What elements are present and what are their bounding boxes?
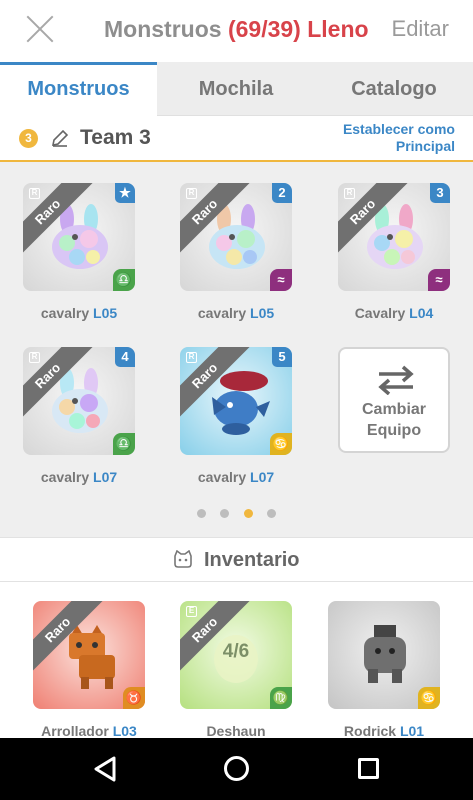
- monster-level: L05: [93, 305, 118, 321]
- team-slot[interactable]: Raro R ★ ♎ cavalry L05: [23, 183, 135, 321]
- monster-card[interactable]: ♋: [328, 601, 440, 709]
- monster-card[interactable]: 4/6 Raro E ♍: [180, 601, 292, 709]
- set-main-line2: Principal: [395, 138, 455, 154]
- taurus-element-icon: ♉: [123, 687, 145, 709]
- full-status: Lleno: [307, 16, 369, 42]
- team-slot[interactable]: Raro R 2 ≈ cavalry L05: [180, 183, 292, 321]
- page-dot[interactable]: [196, 509, 206, 518]
- monster-card[interactable]: Raro R 5 ♋: [180, 347, 292, 455]
- monster-name: Rodrick: [343, 723, 397, 738]
- monster-level: L04: [409, 305, 434, 321]
- edit-button[interactable]: Editar: [392, 16, 449, 42]
- monster-level: L07: [250, 469, 275, 485]
- rank-badge: R: [186, 188, 197, 199]
- tab-bar: Monstruos Mochila Catalogo: [0, 62, 473, 116]
- swap-arrows-icon: [378, 365, 414, 395]
- monster-level: L03: [112, 723, 137, 738]
- inventory-title: Inventario: [203, 549, 300, 571]
- top-header: Monstruos (69/39) Lleno Editar: [0, 0, 473, 62]
- aquarius-element-icon: ≈: [270, 269, 292, 291]
- inventory-item[interactable]: ♋ Rodrick L01: [328, 601, 440, 738]
- recent-apps-icon[interactable]: [358, 758, 379, 779]
- monster-label: cavalry L05: [23, 305, 135, 321]
- tab-catalogo[interactable]: Catalogo: [315, 62, 473, 116]
- monster-name: cavalry: [197, 469, 247, 485]
- libra-element-icon: ♎: [113, 269, 135, 291]
- slot-number-badge: 3: [430, 183, 450, 203]
- tab-mochila[interactable]: Mochila: [157, 62, 315, 116]
- monster-count: (69/39): [227, 16, 301, 42]
- monster-label: Arrollador L03: [33, 723, 145, 738]
- monster-face-icon: [174, 549, 193, 568]
- set-main-line1: Establecer como: [342, 121, 455, 137]
- set-main-button[interactable]: Establecer como Principal: [343, 121, 455, 155]
- monster-level: L01: [399, 723, 425, 738]
- monster-level: L07: [93, 469, 118, 485]
- team-grid: Raro R ★ ♎ cavalry L05 Raro R 2 ≈ cavalr…: [0, 162, 473, 537]
- pencil-icon[interactable]: [50, 128, 70, 148]
- aquarius-element-icon: ≈: [428, 269, 450, 291]
- team-bar: 3 Team 3 Establecer como Principal: [0, 116, 473, 162]
- close-icon[interactable]: [24, 13, 56, 45]
- rank-badge: R: [29, 188, 40, 199]
- cancer-element-icon: ♋: [418, 687, 440, 709]
- monster-level: L05: [250, 305, 275, 321]
- team-slot[interactable]: Raro R 4 ♎ cavalry L07: [23, 347, 135, 485]
- swap-team-button[interactable]: Cambiar Equipo: [338, 347, 450, 453]
- slot-number-badge: 5: [272, 347, 292, 367]
- back-icon[interactable]: [92, 756, 118, 782]
- monster-name: cavalry: [197, 305, 247, 321]
- monster-card[interactable]: Raro ♉: [33, 601, 145, 709]
- swap-line2: Equipo: [366, 422, 422, 439]
- monster-name: cavalry: [40, 305, 90, 321]
- home-icon[interactable]: [224, 756, 249, 781]
- title-prefix: Monstruos: [104, 16, 222, 42]
- monster-card[interactable]: Raro R 4 ♎: [23, 347, 135, 455]
- monster-name: Arrollador: [41, 723, 109, 738]
- team-name: Team 3: [80, 126, 151, 149]
- tab-monstruos[interactable]: Monstruos: [0, 62, 157, 116]
- swap-line1: Cambiar: [361, 401, 427, 418]
- monster-card[interactable]: Raro R 2 ≈: [180, 183, 292, 291]
- monster-label: Cavalry L04: [338, 305, 450, 321]
- inventory-header: Inventario: [0, 537, 473, 582]
- page-dot-active[interactable]: [243, 509, 253, 518]
- slot-number-badge: 2: [272, 183, 292, 203]
- team-slot[interactable]: Raro R 3 ≈ Cavalry L04: [338, 183, 450, 321]
- cancer-element-icon: ♋: [270, 433, 292, 455]
- monster-name: cavalry: [40, 469, 90, 485]
- monster-label: Deshaun: [180, 723, 292, 738]
- monster-name: Cavalry: [354, 305, 406, 321]
- monster-label: cavalry L07: [23, 469, 135, 485]
- monster-name: Deshaun: [206, 723, 266, 738]
- rank-badge: R: [186, 352, 197, 363]
- inventory-item[interactable]: 4/6 Raro E ♍ Deshaun: [180, 601, 292, 738]
- rank-badge: R: [29, 352, 40, 363]
- page-title: Monstruos (69/39) Lleno: [104, 16, 369, 43]
- team-number-badge: 3: [19, 129, 38, 148]
- inventory-grid: Raro ♉ Arrollador L03 4/6 Raro E ♍ Desha…: [0, 582, 473, 738]
- page-dot[interactable]: [267, 509, 277, 518]
- monster-card[interactable]: Raro R 3 ≈: [338, 183, 450, 291]
- monster-label: Rodrick L01: [328, 723, 440, 738]
- page-indicator: [0, 505, 473, 523]
- star-icon: ★: [115, 183, 135, 203]
- system-nav-bar: [0, 738, 473, 800]
- rock-monster-image: [364, 625, 406, 683]
- rank-badge: E: [186, 606, 197, 617]
- inventory-item[interactable]: Raro ♉ Arrollador L03: [33, 601, 145, 738]
- monster-label: cavalry L07: [180, 469, 292, 485]
- monster-label: cavalry L05: [180, 305, 292, 321]
- virgo-element-icon: ♍: [270, 687, 292, 709]
- page-dot[interactable]: [220, 509, 230, 518]
- team-slot[interactable]: Raro R 5 ♋ cavalry L07: [180, 347, 292, 485]
- slot-number-badge: 4: [115, 347, 135, 367]
- swap-label: Cambiar Equipo: [340, 399, 448, 441]
- rank-badge: R: [344, 188, 355, 199]
- libra-element-icon: ♎: [113, 433, 135, 455]
- monster-card[interactable]: Raro R ★ ♎: [23, 183, 135, 291]
